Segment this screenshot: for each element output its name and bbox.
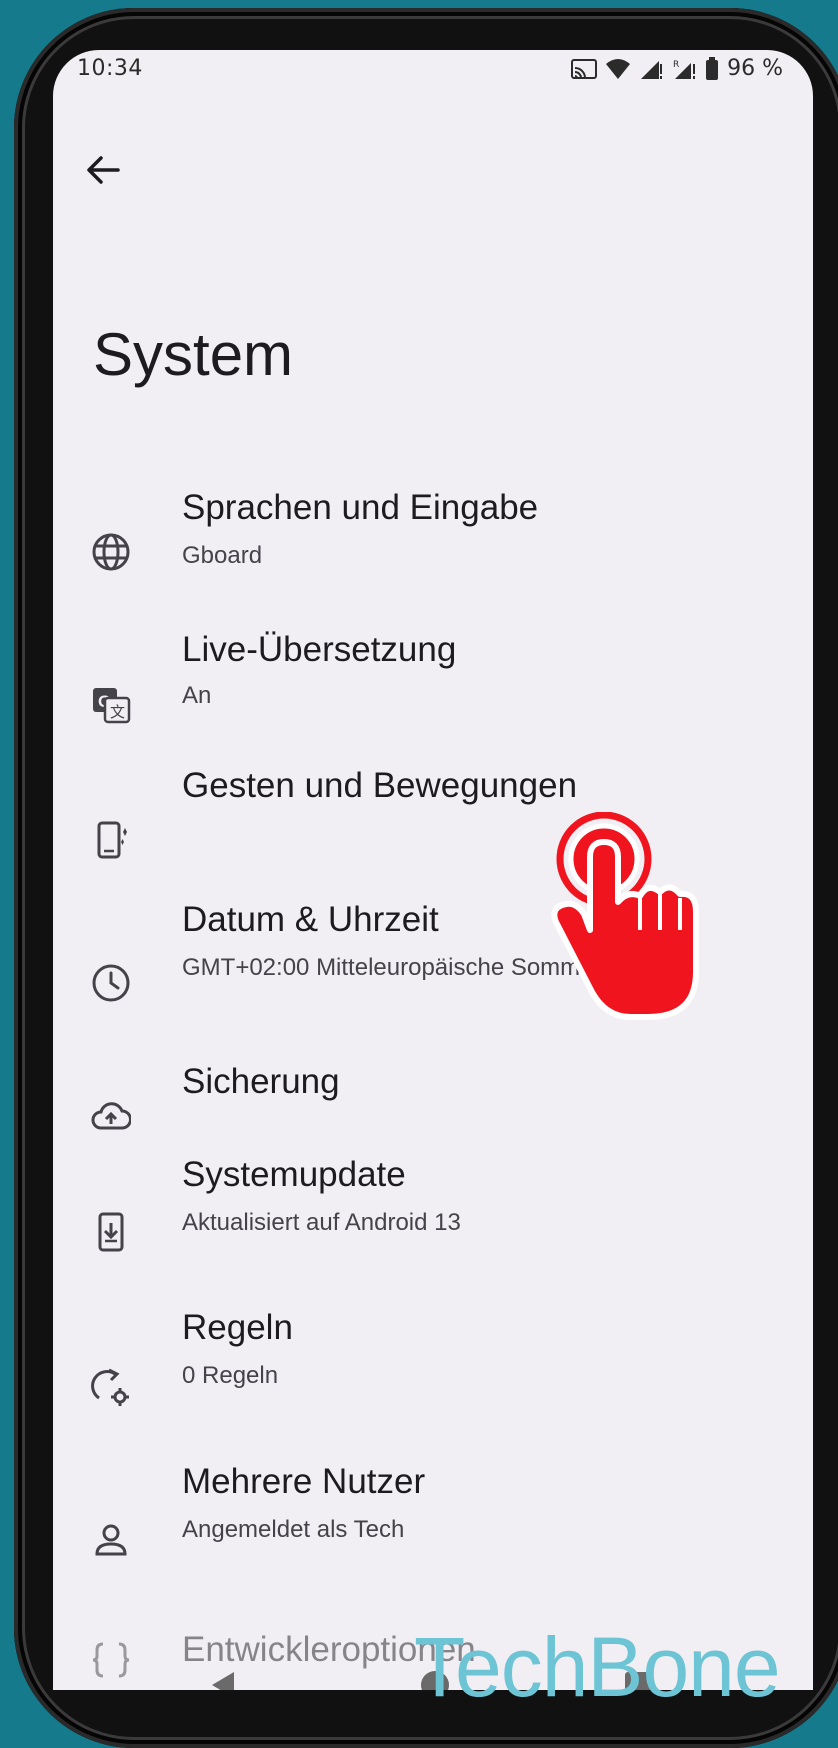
cloud-upload-icon [91,1097,131,1137]
nav-back-icon[interactable] [208,1670,238,1690]
arrow-back-icon [87,156,120,184]
battery-percent: 96 % [727,56,783,81]
system-update-icon [91,1212,131,1252]
back-button[interactable] [71,138,135,202]
setting-subtitle: Gboard [182,542,263,569]
setting-subtitle: Aktualisiert auf Android 13 [182,1209,461,1236]
setting-rules[interactable]: Regeln 0 Regeln [53,1308,813,1458]
watermark-logo: TechBone [414,1620,781,1714]
setting-title: Live-Übersetzung [182,630,457,669]
gesture-phone-icon [91,820,131,860]
rules-icon [91,1368,131,1408]
clock-icon [91,963,131,1003]
globe-icon [91,532,131,572]
setting-subtitle: Angemeldet als Tech [182,1516,405,1543]
battery-icon [706,56,719,80]
svg-text:文: 文 [110,703,125,721]
setting-title: Mehrere Nutzer [182,1462,426,1501]
svg-text:R: R [673,60,679,70]
page-title: System [93,321,294,388]
tap-hand-icon [551,812,699,1020]
setting-title: Gesten und Bewegungen [182,766,578,805]
setting-title: Sprachen und Eingabe [182,488,539,527]
setting-system-update[interactable]: Systemupdate Aktualisiert auf Android 13 [53,1155,813,1305]
setting-languages[interactable]: Sprachen und Eingabe Gboard [53,480,813,630]
status-bar: 10:34 R 96 % [53,50,813,90]
setting-title: Datum & Uhrzeit [182,900,439,939]
setting-subtitle: An [182,682,212,709]
setting-live-translate[interactable]: G 文 Live-Übersetzung An [53,630,813,780]
status-icons: R 96 % [571,56,783,81]
setting-title: Systemupdate [182,1155,406,1194]
status-time: 10:34 [77,56,143,81]
person-icon [91,1520,131,1560]
setting-title: Sicherung [182,1062,340,1101]
translate-icon: G 文 [91,685,131,725]
setting-multiple-users[interactable]: Mehrere Nutzer Angemeldet als Tech [53,1462,813,1612]
signal-roaming-icon: R [673,60,696,79]
setting-title: Regeln [182,1308,293,1347]
cast-icon [571,58,598,79]
setting-subtitle: 0 Regeln [182,1362,279,1389]
wifi-icon [606,58,631,79]
signal-icon [641,60,663,79]
